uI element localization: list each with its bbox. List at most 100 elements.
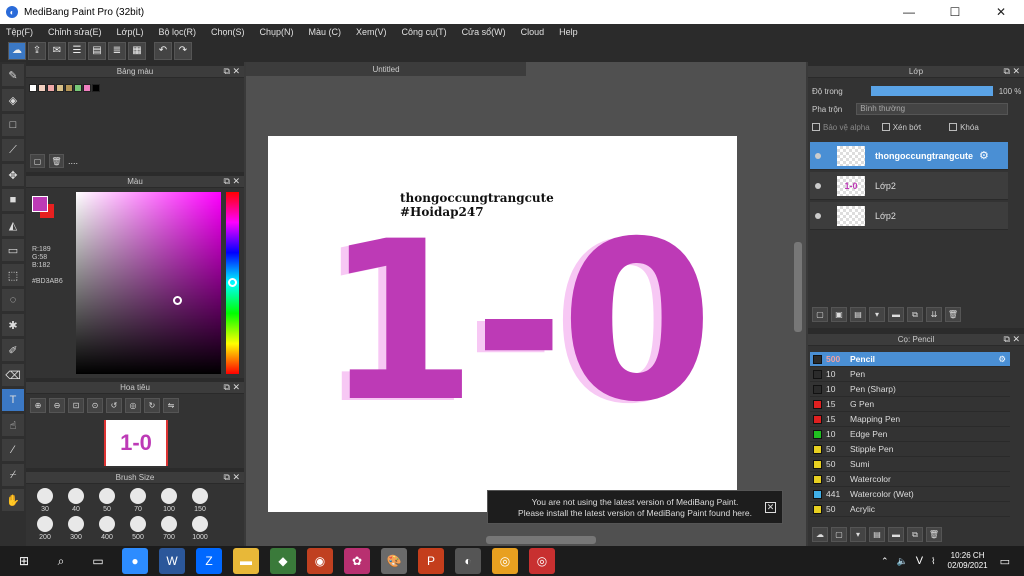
share-icon[interactable]: ⇪ [28,41,46,60]
select-pen-tool-icon[interactable]: ✐ [2,339,24,361]
menu-filter[interactable]: Bộ lọc(R) [158,27,196,37]
palette-swatch[interactable] [65,84,73,92]
menu-window[interactable]: Cửa sổ(W) [462,27,506,37]
flip-icon[interactable]: ⇋ [163,398,179,413]
palette-swatch[interactable] [29,84,37,92]
speech-icon[interactable]: ☰ [68,41,86,60]
brush-item[interactable]: 50 Stipple Pen [810,442,1010,457]
menu-edit[interactable]: Chỉnh sửa(E) [48,27,102,37]
palette-swatch[interactable] [92,84,100,92]
rectangle-tool-icon[interactable]: □ [2,114,24,136]
move-tool-icon[interactable]: ✥ [2,164,24,186]
eraser-tool-icon[interactable]: ◈ [2,89,24,111]
maximize-button[interactable]: ☐ [932,0,978,24]
magic-wand-tool-icon[interactable]: ✱ [2,314,24,336]
panel-controls-icon[interactable]: ⧉ ✕ [224,382,240,393]
search-icon[interactable]: ⌕ [48,548,74,574]
brush-item[interactable]: 10 Edge Pen [810,427,1010,442]
zoom-app-icon[interactable]: ● [122,548,148,574]
brush-tool-icon[interactable]: ✎ [2,64,24,86]
lock-checkbox[interactable] [949,123,958,131]
opacity-slider[interactable] [870,86,993,96]
palette-swatch[interactable] [74,84,82,92]
select-rect-tool-icon[interactable]: ⬚ [2,264,24,286]
navigator-thumbnail[interactable]: 1-0 [104,420,168,466]
saturation-value-picker[interactable] [76,192,221,374]
new-8bit-layer-icon[interactable]: ▤ [850,307,866,322]
duplicate-layer-icon[interactable]: ⧉ [907,307,923,322]
hand-tool-icon[interactable]: ✋ [2,489,24,511]
rotate-right-icon[interactable]: ↻ [144,398,160,413]
panel-controls-icon[interactable]: ⧉ ✕ [1004,66,1020,77]
add-layer-menu-icon[interactable]: ▾ [869,307,885,322]
new-halftone-layer-icon[interactable]: ▣ [831,307,847,322]
minimize-button[interactable]: — [886,0,932,24]
brush-item[interactable]: 15 G Pen [810,397,1010,412]
brush-item[interactable]: 441 Watercolor (Wet) [810,487,1010,502]
zoom-in-icon[interactable]: ⊕ [30,398,46,413]
menu-snap[interactable]: Chụp(N) [260,27,294,37]
cloud-brush-icon[interactable]: ☁ [812,527,828,542]
brush-folder-icon[interactable]: ▬ [888,527,904,542]
palette-swatch[interactable] [47,84,55,92]
brush-item[interactable]: 500 Pencil ⚙ [810,352,1010,367]
brush-item[interactable]: 15 Mapping Pen [810,412,1010,427]
sv-cursor[interactable] [173,296,182,305]
brush-size-item[interactable]: 1000 [185,516,215,544]
word-app-icon[interactable]: W [159,548,185,574]
menu-select[interactable]: Chọn(S) [211,27,245,37]
windows-start-icon[interactable]: ⊞ [11,548,37,574]
delete-swatch-icon[interactable]: 🗑 [49,154,64,168]
fill-rect-tool-icon[interactable]: ■ [2,189,24,211]
gradient-tool-icon[interactable]: ▭ [2,239,24,261]
line-tool-icon[interactable]: ⟋ [2,139,24,161]
menu-color[interactable]: Màu (C) [309,27,342,37]
menu-view[interactable]: Xem(V) [356,27,387,37]
brush-size-item[interactable]: 70 [123,488,153,516]
brush-size-item[interactable]: 100 [154,488,184,516]
eyedropper-tool-icon[interactable]: ⌿ [2,464,24,486]
powerpoint-app-icon[interactable]: P [418,548,444,574]
chevron-up-icon[interactable]: ⌃ [881,556,889,567]
operation-tool-icon[interactable]: ☝ [2,414,24,436]
brush-item[interactable]: 10 Pen [810,367,1010,382]
brush-item[interactable]: 10 Pen (Sharp) [810,382,1010,397]
app-icon-5[interactable]: ◆ [270,548,296,574]
hue-cursor[interactable] [228,278,237,287]
palette-swatch[interactable] [38,84,46,92]
menu-layer[interactable]: Lớp(L) [117,27,144,37]
notification-icon[interactable]: ▭ [1000,555,1010,568]
delete-layer-icon[interactable]: 🗑 [945,307,961,322]
clock[interactable]: 10:26 CH 02/09/2021 [948,551,988,571]
palette-swatch[interactable] [56,84,64,92]
brush-item[interactable]: 50 Watercolor [810,472,1010,487]
foreground-color[interactable] [32,196,48,212]
app-icon-7[interactable]: ✿ [344,548,370,574]
brush-size-item[interactable]: 150 [185,488,215,516]
list-icon[interactable]: ≣ [108,41,126,60]
clipping-checkbox[interactable] [881,123,890,131]
layer-settings-icon[interactable]: ⚙ [979,149,989,162]
canvas-area[interactable]: Untitled 1-0 1-0 thongoccungtrangcute #H… [246,62,806,546]
file-explorer-icon[interactable]: ▬ [233,548,259,574]
menu-cloud[interactable]: Cloud [521,27,545,37]
task-view-icon[interactable]: ▭ [85,548,111,574]
cloud-icon[interactable]: ☁ [8,41,26,60]
panel-controls-icon[interactable]: ⧉ ✕ [224,176,240,187]
palette-more[interactable]: .... [68,156,78,166]
rotate-left-icon[interactable]: ↺ [106,398,122,413]
canvas-paper[interactable]: 1-0 1-0 thongoccungtrangcute #Hoidap247 [268,136,737,512]
layer-item-1[interactable]: thongoccungtrangcute ⚙ [810,142,1008,170]
app-icon-6[interactable]: ◉ [307,548,333,574]
layer-item-2[interactable]: 1-0 Lớp2 [810,172,1008,200]
brush-item[interactable]: 50 Acrylic [810,502,1010,517]
brush-settings-gear-icon[interactable]: ⚙ [998,354,1006,365]
brush-size-item[interactable]: 500 [123,516,153,544]
page-icon[interactable]: ▤ [88,41,106,60]
chrome-profile-icon[interactable]: ◎ [529,548,555,574]
wifi-icon[interactable]: ⌇ [931,556,935,567]
brush-size-item[interactable]: 30 [30,488,60,516]
brush-size-item[interactable]: 50 [92,488,122,516]
notice-close-icon[interactable]: ✕ [765,502,776,513]
panel-controls-icon[interactable]: ⧉ ✕ [224,66,240,77]
